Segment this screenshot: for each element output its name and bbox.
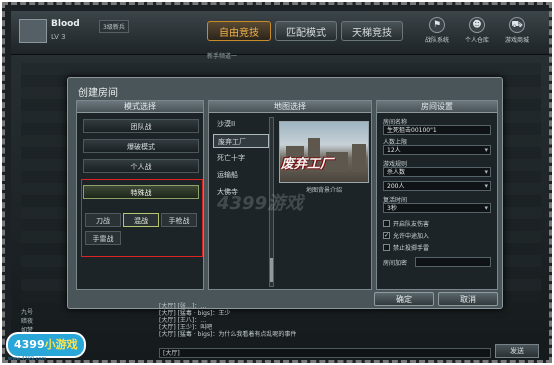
site-watermark: 4399游戏 <box>217 193 304 214</box>
mode-ladder-button[interactable]: 天梯竞技 <box>341 21 403 41</box>
allow-join-label: 允许中途加入 <box>393 233 430 240</box>
personal-storage-button[interactable]: ☻ 个人仓库 <box>457 17 497 44</box>
clan-system-label: 战队系统 <box>424 37 449 44</box>
map-item[interactable]: 死亡十字 <box>213 151 269 165</box>
mode-solo-battle[interactable]: 个人战 <box>83 159 199 173</box>
respawn-time-select[interactable]: 3秒 <box>383 203 491 213</box>
map-item-selected[interactable]: 废弃工厂 <box>213 134 269 148</box>
chat-line: [大厅] [张…]：… <box>159 303 207 310</box>
submode-knife[interactable]: 刀战 <box>85 213 121 227</box>
chat-log: [大厅] [张…]：… [大厅] [猛毒 · bigs]：王少 [大厅] [王八… <box>159 303 541 349</box>
submode-grenade[interactable]: 手雷战 <box>85 231 121 245</box>
map-item[interactable]: 沙漠II <box>213 117 269 131</box>
allow-join-checkbox[interactable]: ✓ 允许中途加入 <box>383 231 429 240</box>
logo-url: www.4399.com <box>8 356 47 362</box>
no-grenade-label: 禁止投掷手雷 <box>393 245 430 252</box>
player-name: Blood <box>51 19 80 29</box>
room-name-input[interactable]: 生死狙击00100"1 <box>383 125 491 135</box>
chat-line: [大厅] [王少]：叫吧 <box>159 324 213 331</box>
mode-select-panel: 模式选择 团队战 爆破模式 个人战 特殊战 刀战 混战 手枪战 手雷战 <box>76 100 204 290</box>
scrollbar-thumb[interactable] <box>270 258 273 282</box>
rule-select[interactable]: 杀人数 <box>383 167 491 177</box>
map-select-header: 地图选择 <box>209 101 371 113</box>
check-icon: ✓ <box>383 232 390 239</box>
friendly-fire-checkbox[interactable]: 开启队友伤害 <box>383 219 429 228</box>
player-avatar[interactable] <box>19 19 47 43</box>
mode-select-header: 模式选择 <box>77 101 203 113</box>
chat-line: [大厅] [猛毒 · bigs]：王少 <box>159 310 231 317</box>
game-store-label: 游戏商城 <box>504 37 529 44</box>
player-rank-tag: 3级新兵 <box>99 20 129 33</box>
logo-small-text: 小游戏 <box>44 338 78 351</box>
submode-pistol[interactable]: 手枪战 <box>161 213 197 227</box>
checkbox-box <box>383 244 390 251</box>
list-item[interactable]: 暗夜 <box>21 316 153 325</box>
map-preview-image <box>279 121 369 183</box>
chat-input[interactable]: [大厅] <box>159 348 491 358</box>
clan-system-button[interactable]: ⚑ 战队系统 <box>417 17 457 44</box>
map-preview-title: 废弃工厂 <box>281 157 334 172</box>
map-item[interactable]: 运输船 <box>213 168 269 182</box>
logo-main-text: 4399 <box>14 338 45 351</box>
checkbox-box <box>383 220 390 227</box>
send-button[interactable]: 发送 <box>495 344 539 358</box>
list-item[interactable]: 九号 <box>21 307 153 316</box>
room-password-label: 房间加密 <box>383 260 408 267</box>
people-limit-select[interactable]: 12人 <box>383 145 491 155</box>
top-bar: Blood LV 3 3级新兵 自由竞技 匹配模式 天梯竞技 ⚑ 战队系统 ☻ … <box>11 11 549 60</box>
player-level: LV 3 <box>51 33 66 41</box>
mode-match-button[interactable]: 匹配模式 <box>275 21 337 41</box>
mode-demolition[interactable]: 爆破模式 <box>83 139 199 153</box>
site-logo: 4399小游戏 <box>8 334 84 356</box>
game-store-button[interactable]: ⛟ 游戏商城 <box>497 17 537 44</box>
mode-special-battle[interactable]: 特殊战 <box>83 185 199 199</box>
cart-icon: ⛟ <box>509 17 525 33</box>
chat-line: [大厅] [王八]：… <box>159 317 207 324</box>
kill-count-select[interactable]: 200人 <box>383 181 491 191</box>
mode-team-battle[interactable]: 团队战 <box>83 119 199 133</box>
personal-storage-label: 个人仓库 <box>464 37 489 44</box>
friendly-fire-label: 开启队友伤害 <box>393 221 430 228</box>
flag-icon: ⚑ <box>429 17 445 33</box>
channel-label: 新手频道一 <box>207 53 238 60</box>
person-icon: ☻ <box>469 17 485 33</box>
submode-melee[interactable]: 混战 <box>123 213 159 227</box>
room-settings-panel: 房间设置 房间名称 生死狙击00100"1 人数上限 12人 游戏规则 杀人数 … <box>376 100 498 290</box>
room-settings-header: 房间设置 <box>377 101 497 113</box>
room-password-input[interactable] <box>415 257 491 267</box>
mode-free-competition-button[interactable]: 自由竞技 <box>207 21 271 41</box>
list-item[interactable]: 如梦 <box>21 325 153 334</box>
game-window: Blood LV 3 3级新兵 自由竞技 匹配模式 天梯竞技 ⚑ 战队系统 ☻ … <box>11 11 549 360</box>
screenshot-frame: Blood LV 3 3级新兵 自由竞技 匹配模式 天梯竞技 ⚑ 战队系统 ☻ … <box>2 2 552 363</box>
dialog-title: 创建房间 <box>78 88 118 99</box>
chat-line: [大厅] [猛毒 · bigs]：为什么我看着有点乱呢的事件 <box>159 331 297 338</box>
no-grenade-checkbox[interactable]: 禁止投掷手雷 <box>383 243 429 252</box>
